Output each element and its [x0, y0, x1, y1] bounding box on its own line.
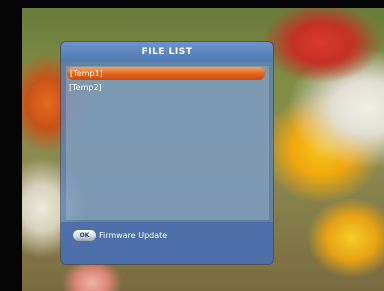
dialog-footer: OK Firmware Update: [61, 222, 273, 264]
file-item-temp1[interactable]: [Temp1]: [67, 67, 265, 80]
file-item-temp2[interactable]: [Temp2]: [66, 81, 269, 94]
dialog-title: FILE LIST: [61, 42, 273, 62]
ok-button-icon[interactable]: OK: [73, 230, 96, 241]
tv-screen: FILE LIST [Temp1] [Temp2] OK Firmware Up…: [0, 0, 384, 291]
file-list-dialog: FILE LIST [Temp1] [Temp2] OK Firmware Up…: [61, 42, 273, 264]
file-list: [Temp1] [Temp2]: [66, 66, 269, 220]
firmware-update-hint: Firmware Update: [99, 231, 168, 240]
